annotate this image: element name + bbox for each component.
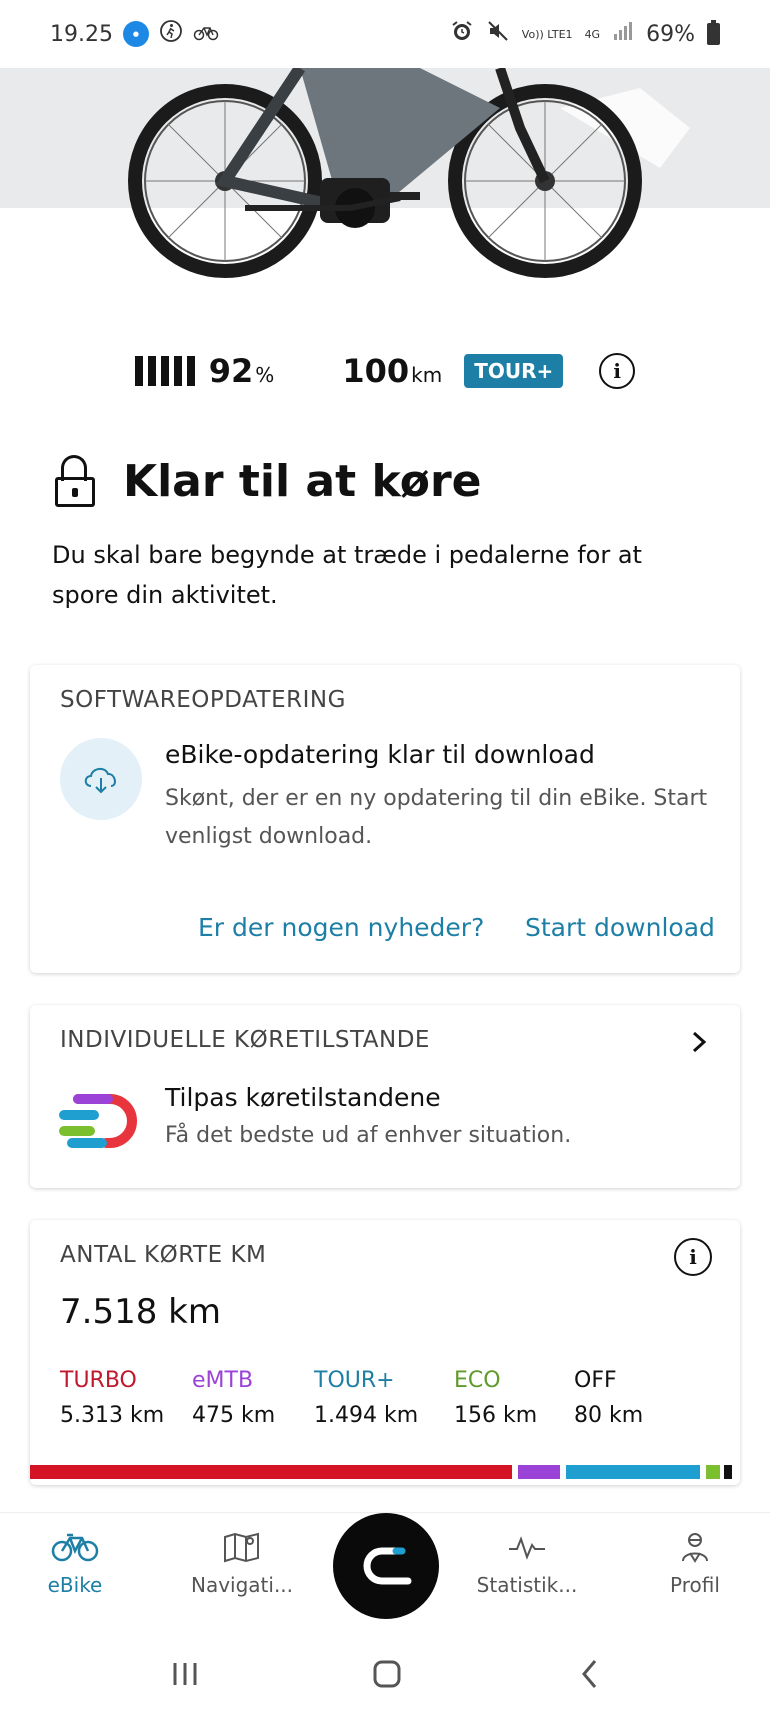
- info-icon[interactable]: i: [599, 353, 636, 389]
- ready-title: Klar til at køre: [123, 455, 482, 507]
- cloud-download-icon: [60, 738, 142, 820]
- nav-navigation[interactable]: Navigati...: [172, 1531, 312, 1597]
- status-left: 19.25 ●: [50, 19, 219, 49]
- map-icon: [224, 1532, 259, 1563]
- update-description: Skønt, der er en ny opdatering til din e…: [165, 786, 708, 849]
- mode-value: 5.313 km: [60, 1403, 165, 1428]
- bottom-navigation: eBike Navigati... Statistik... Profil: [0, 1512, 770, 1634]
- mode-value: 80 km: [574, 1403, 644, 1428]
- mode-off: OFF 80 km: [574, 1368, 706, 1428]
- signal-icon: [612, 20, 634, 48]
- ready-subtitle: Du skal bare begynde at træde i pedalern…: [52, 541, 642, 609]
- info-icon[interactable]: i: [674, 1238, 712, 1276]
- ride-logo-icon: [363, 1547, 412, 1585]
- mode-tour-plus: TOUR+ 1.494 km: [314, 1368, 454, 1428]
- mode-emtb: eMTB 475 km: [192, 1368, 314, 1428]
- mode-eco: ECO 156 km: [454, 1368, 574, 1428]
- nav-statistics[interactable]: Statistik...: [457, 1531, 597, 1597]
- walk-icon: [159, 19, 183, 49]
- bar-segment-off: [724, 1465, 732, 1479]
- nav-label: Navigati...: [190, 1573, 294, 1597]
- mute-icon: [486, 19, 510, 49]
- mode-name: eMTB: [192, 1368, 254, 1393]
- system-navigation-bar: [0, 1634, 770, 1711]
- riding-modes-logo-icon: [59, 1094, 137, 1148]
- bike-status-icon: [193, 22, 219, 47]
- modes-title: Tilpas køretilstandene: [165, 1083, 441, 1112]
- alarm-icon: [450, 19, 474, 49]
- distance-card: ANTAL KØRTE KM i 7.518 km TURBO 5.313 km…: [30, 1220, 740, 1485]
- mode-name: ECO: [454, 1368, 501, 1393]
- total-distance: 7.518 km: [60, 1292, 221, 1332]
- back-icon[interactable]: [570, 1654, 610, 1694]
- bike-stats-row: 92% 100 km TOUR+ i: [0, 345, 770, 397]
- distance-distribution-bar: [30, 1465, 740, 1479]
- riding-modes-card[interactable]: INDIVIDUELLE KØRETILSTANDE Tilpas køreti…: [30, 1005, 740, 1188]
- bike-image: [0, 68, 770, 320]
- software-update-card: SOFTWAREOPDATERING eBike-opdatering klar…: [30, 665, 740, 973]
- ride-button[interactable]: [333, 1513, 439, 1619]
- range-value: 100 km: [342, 352, 443, 390]
- battery-icon: [707, 20, 720, 45]
- update-title: eBike-opdatering klar til download: [165, 740, 595, 769]
- mode-name: TOUR+: [314, 1368, 395, 1393]
- chevron-right-icon[interactable]: [684, 1027, 714, 1057]
- start-download-button[interactable]: Start download: [525, 913, 715, 942]
- mode-value: 475 km: [192, 1403, 276, 1428]
- battery-bars-icon: [134, 356, 195, 386]
- bar-segment-emtb: [518, 1465, 560, 1479]
- mode-name: TURBO: [60, 1368, 137, 1393]
- signal-type: 4G: [584, 27, 601, 41]
- home-icon[interactable]: [367, 1654, 407, 1694]
- recent-apps-icon[interactable]: [165, 1654, 205, 1694]
- modes-description: Få det bedste ud af enhver situation.: [165, 1123, 572, 1148]
- activity-icon: [509, 1536, 545, 1560]
- card-header: ANTAL KØRTE KM: [60, 1242, 267, 1268]
- nav-label: eBike: [47, 1573, 103, 1597]
- mode-distance-grid: TURBO 5.313 km eMTB 475 km TOUR+ 1.494 k…: [60, 1368, 706, 1428]
- bar-segment-tour: [566, 1465, 700, 1479]
- network-label: Vo)) LTE1: [521, 27, 573, 41]
- mode-value: 156 km: [454, 1403, 538, 1428]
- assist-mode-badge: TOUR+: [464, 354, 564, 388]
- ebike-illustration-icon: [128, 68, 690, 278]
- mode-name: OFF: [574, 1368, 617, 1393]
- mode-value: 1.494 km: [314, 1403, 419, 1428]
- card-header: INDIVIDUELLE KØRETILSTANDE: [60, 1027, 430, 1053]
- bar-segment-eco: [706, 1465, 720, 1479]
- battery-percent: 69%: [646, 21, 695, 47]
- bike-icon: [51, 1533, 99, 1562]
- battery-level: 92%: [208, 352, 275, 390]
- nav-label: Statistik...: [476, 1573, 578, 1597]
- ready-header: Klar til at køre: [55, 455, 482, 507]
- status-bar: 19.25 ● Vo)) LTE1 4G 69%: [0, 0, 770, 68]
- status-time: 19.25: [50, 21, 113, 47]
- app-notification-icon: ●: [122, 21, 149, 47]
- unlocked-icon: [55, 455, 95, 507]
- nav-label: Profil: [670, 1573, 720, 1597]
- card-header: SOFTWAREOPDATERING: [60, 687, 346, 713]
- nav-ebike[interactable]: eBike: [5, 1531, 145, 1597]
- nav-profile[interactable]: Profil: [625, 1531, 765, 1597]
- profile-icon: [682, 1533, 708, 1563]
- mode-turbo: TURBO 5.313 km: [60, 1368, 192, 1428]
- news-link[interactable]: Er der nogen nyheder?: [198, 913, 484, 942]
- bar-segment-turbo: [30, 1465, 512, 1479]
- status-right: Vo)) LTE1 4G 69%: [450, 19, 720, 49]
